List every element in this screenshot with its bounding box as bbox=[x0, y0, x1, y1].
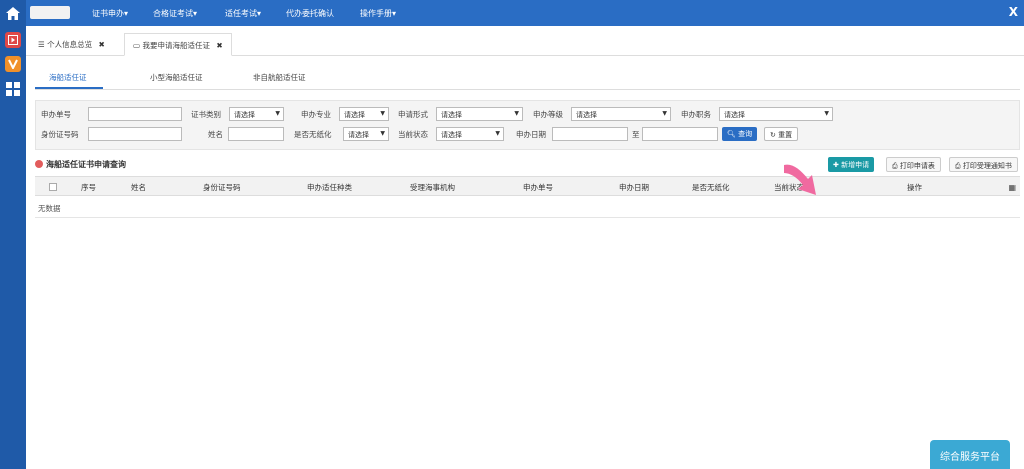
apply-no-input[interactable] bbox=[88, 107, 182, 121]
date-start-input[interactable] bbox=[552, 127, 628, 141]
v-icon[interactable] bbox=[5, 56, 21, 72]
tab-close-icon[interactable]: ✖ bbox=[99, 40, 105, 49]
major-select[interactable]: 请选择 ▼ bbox=[339, 107, 389, 121]
subtab-non-self-propelled[interactable]: 非自航船适任证 bbox=[253, 72, 306, 83]
tab-label: 我要申请海船适任证 bbox=[142, 41, 210, 50]
date-label: 申办日期 bbox=[516, 130, 546, 139]
empty-text: 无数据 bbox=[38, 204, 61, 213]
chevron-down-icon: ▼ bbox=[495, 130, 500, 137]
list-icon: ☰ bbox=[38, 40, 45, 49]
status-select[interactable]: 请选择 ▼ bbox=[436, 127, 504, 141]
col-apply-no[interactable]: 申办单号 bbox=[523, 182, 553, 193]
form-label: 申请形式 bbox=[398, 110, 428, 119]
table-empty-row: 无数据 bbox=[35, 196, 1020, 218]
left-sidebar bbox=[0, 26, 26, 469]
subtab-seagoing[interactable]: 海船适任证 bbox=[49, 72, 87, 83]
nav-qual-exam[interactable]: 合格证考试▾ bbox=[153, 8, 197, 19]
chevron-down-icon: ▼ bbox=[514, 110, 519, 117]
print-icon: ⎙ bbox=[892, 162, 898, 170]
nav-competency-exam[interactable]: 适任考试▾ bbox=[225, 8, 261, 19]
cert-type-select[interactable]: 请选择 ▼ bbox=[229, 107, 284, 121]
print-icon: ⎙ bbox=[955, 162, 961, 170]
position-label: 申办职务 bbox=[681, 110, 711, 119]
date-to-label: 至 bbox=[632, 130, 640, 139]
chevron-down-icon: ▼ bbox=[380, 130, 385, 137]
cert-type-label: 证书类别 bbox=[191, 110, 221, 119]
chevron-down-icon: ▼ bbox=[824, 110, 829, 117]
columns-icon[interactable]: ▦ bbox=[1008, 183, 1016, 192]
service-platform-button[interactable]: 综合服务平台 bbox=[930, 440, 1010, 469]
tab-personal-overview[interactable]: ☰ 个人信息总览 ✖ bbox=[30, 33, 113, 56]
chevron-down-icon: ▼ bbox=[275, 110, 280, 117]
col-index[interactable]: 序号 bbox=[81, 182, 96, 193]
print-notice-button[interactable]: ⎙ 打印受理通知书 bbox=[949, 157, 1018, 172]
refresh-icon: ↻ bbox=[770, 131, 776, 139]
print-application-button[interactable]: ⎙ 打印申请表 bbox=[886, 157, 941, 172]
video-icon[interactable] bbox=[5, 32, 21, 48]
section-dot-icon bbox=[35, 160, 43, 168]
col-maritime-agency[interactable]: 受理海事机构 bbox=[410, 182, 455, 193]
chevron-down-icon: ▼ bbox=[380, 110, 385, 117]
search-icon: 🔍︎ bbox=[727, 130, 736, 138]
select-all-checkbox[interactable] bbox=[49, 183, 57, 191]
col-actions: 操作 bbox=[907, 183, 922, 192]
sub-tabs: 海船适任证 小型海船适任证 非自航船适任证 bbox=[35, 70, 1020, 90]
apply-no-label: 申办单号 bbox=[41, 110, 71, 119]
id-label: 身份证号码 bbox=[41, 130, 79, 139]
tab-apply-competency[interactable]: ▭ 我要申请海船适任证 ✖ bbox=[124, 33, 232, 56]
nav-cert-apply[interactable]: 证书申办▾ bbox=[92, 8, 128, 19]
date-end-input[interactable] bbox=[642, 127, 718, 141]
grid-icon[interactable] bbox=[5, 81, 21, 97]
nav-proxy-confirm[interactable]: 代办委托确认 bbox=[286, 8, 334, 19]
col-competency-type[interactable]: 申办适任种类 bbox=[307, 182, 352, 193]
id-input[interactable] bbox=[88, 127, 182, 141]
position-select[interactable]: 请选择 ▼ bbox=[719, 107, 833, 121]
paperless-label: 是否无纸化 bbox=[294, 130, 332, 139]
col-apply-date[interactable]: 申办日期 bbox=[619, 182, 649, 193]
col-paperless[interactable]: 是否无纸化 bbox=[692, 182, 730, 193]
tab-close-icon[interactable]: ✖ bbox=[216, 41, 222, 50]
card-icon: ▭ bbox=[133, 41, 141, 50]
annotation-arrow-icon bbox=[784, 164, 816, 195]
reset-button[interactable]: ↻ 重置 bbox=[764, 127, 799, 141]
nav-manual[interactable]: 操作手册▾ bbox=[360, 8, 396, 19]
col-name[interactable]: 姓名 bbox=[131, 182, 146, 193]
form-select[interactable]: 请选择 ▼ bbox=[436, 107, 523, 121]
query-button[interactable]: 🔍︎ 查询 bbox=[722, 127, 758, 141]
active-tab-indicator bbox=[35, 87, 103, 89]
paperless-select[interactable]: 请选择 ▼ bbox=[343, 127, 389, 141]
tab-label: 个人信息总览 bbox=[47, 40, 93, 49]
plus-icon: ✚ bbox=[833, 161, 839, 169]
subtab-small-seagoing[interactable]: 小型海船适任证 bbox=[150, 72, 203, 83]
page-tabs: ☰ 个人信息总览 ✖ ▭ 我要申请海船适任证 ✖ bbox=[26, 26, 1024, 56]
chevron-down-icon: ▼ bbox=[662, 110, 667, 117]
name-label: 姓名 bbox=[208, 130, 223, 139]
home-button[interactable] bbox=[0, 0, 26, 26]
home-icon bbox=[6, 6, 20, 20]
col-id-number[interactable]: 身份证号码 bbox=[203, 182, 241, 193]
top-nav: 证书申办▾ 合格证考试▾ 适任考试▾ 代办委托确认 操作手册▾ X bbox=[0, 0, 1024, 26]
search-filter-panel: 申办单号 证书类别 请选择 ▼ 申办专业 请选择 ▼ 申请形式 请选择 ▼ 申办等级 … bbox=[35, 100, 1020, 150]
level-select[interactable]: 请选择 ▼ bbox=[571, 107, 671, 121]
brand-logo bbox=[30, 6, 70, 19]
close-icon[interactable]: X bbox=[1009, 5, 1018, 19]
major-label: 申办专业 bbox=[301, 110, 331, 119]
add-application-button[interactable]: ✚ 新增申请 bbox=[828, 157, 875, 172]
grid-title: 海船适任证书申请查询 bbox=[35, 159, 126, 170]
name-input[interactable] bbox=[228, 127, 284, 141]
status-label: 当前状态 bbox=[398, 130, 428, 139]
table-header: 序号 姓名 身份证号码 申办适任种类 受理海事机构 申办单号 申办日期 是否无纸… bbox=[35, 176, 1020, 196]
level-label: 申办等级 bbox=[533, 110, 563, 119]
